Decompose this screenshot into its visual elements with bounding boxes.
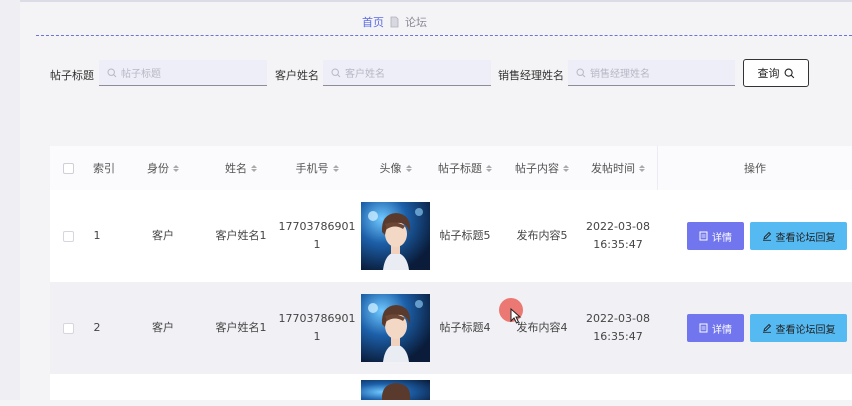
detail-button-label: 详情 [712,324,732,336]
search-icon [331,67,341,77]
mouse-cursor-icon [510,308,522,324]
manager-search-placeholder: 销售经理姓名 [590,69,650,80]
sort-icon[interactable] [251,164,257,172]
header-index-label: 索引 [93,162,115,175]
view-replies-button-label: 查看论坛回复 [775,232,836,244]
cell-post-title: 帖子标题5 [439,229,491,242]
sort-icon[interactable] [405,164,412,172]
file-icon [390,16,399,28]
sort-icon[interactable] [563,164,569,172]
header-role-label: 身份 [147,162,169,175]
cell-phone-line1: 17703786901 [278,220,356,233]
cell-phone-line2: 1 [313,330,321,343]
edit-icon [762,231,771,241]
cell-avatar [361,190,430,282]
cell-post-date: 2022-03-08 [586,312,650,325]
header-name-label: 姓名 [225,162,247,175]
table-row: 1 客户 客户姓名1 17703786901 1 帖子标题5 发布内容5 202… [50,190,852,282]
header-post-content[interactable]: 帖子内容 [510,146,574,190]
avatar[interactable] [361,380,430,400]
view-replies-button-label: 查看论坛回复 [775,324,836,336]
row-checkbox[interactable] [62,322,74,334]
select-all-checkbox-cell [50,146,86,190]
cell-phone: 17703786901 1 [279,190,356,282]
detail-button-label: 详情 [712,232,732,244]
cell-role: 客户 [152,229,174,242]
customer-search-placeholder: 客户姓名 [345,69,385,80]
header-actions: 操作 [658,146,852,190]
detail-button[interactable]: 详情 [687,222,744,250]
edit-icon [762,323,771,333]
cell-post-date: 2022-03-08 [586,220,650,233]
cell-name: 客户姓名1 [215,321,267,334]
avatar[interactable] [361,202,430,270]
cell-avatar [361,374,430,406]
table-row [50,374,852,400]
manager-search-input[interactable]: 销售经理姓名 [568,60,735,86]
table-header: 索引 身份 姓名 手机号 头像 帖子标题 帖子内容 发帖时间 操作 [50,146,852,190]
top-border [0,0,852,2]
title-label: 帖子标题 [50,69,94,82]
detail-button[interactable]: 详情 [687,314,744,342]
breadcrumb-home[interactable]: 首页 [362,14,384,30]
customer-label: 客户姓名 [275,69,319,82]
query-button-label: 查询 [757,67,780,80]
table-row: 2 客户 客户姓名1 17703786901 1 帖子标题4 发布内容4 202… [50,282,852,374]
cell-post-content: 发布内容4 [516,321,568,334]
header-post-time[interactable]: 发帖时间 [586,146,650,190]
header-post-time-label: 发帖时间 [591,162,635,175]
header-name[interactable]: 姓名 [208,146,274,190]
cell-post-clock: 16:35:47 [593,330,643,343]
document-icon [699,231,708,241]
row-checkbox[interactable] [62,230,74,242]
cell-post-time: 2022-03-08 16:35:47 [586,282,650,374]
divider [36,35,852,36]
cell-phone: 17703786901 1 [279,282,356,374]
header-index: 索引 [86,146,122,190]
manager-label: 销售经理姓名 [498,69,564,82]
cell-index: 2 [93,321,101,334]
cell-phone-line2: 1 [313,238,321,251]
cell-phone-line1: 17703786901 [278,312,356,325]
header-post-title[interactable]: 帖子标题 [433,146,497,190]
post-table: 索引 身份 姓名 手机号 头像 帖子标题 帖子内容 发帖时间 操作 1 客户 客… [50,146,852,400]
view-replies-button[interactable]: 查看论坛回复 [750,314,847,342]
search-bar: 帖子标题 帖子标题 客户姓名 客户姓名 销售经理姓名 销售经理姓名 查询 [0,59,852,89]
header-post-content-label: 帖子内容 [515,162,559,175]
select-all-checkbox[interactable] [62,162,74,174]
title-search-placeholder: 帖子标题 [121,69,161,80]
avatar[interactable] [361,294,430,362]
breadcrumb: 首页 论坛 [362,14,427,30]
title-search-input[interactable]: 帖子标题 [99,60,267,86]
search-icon [576,67,586,77]
query-button[interactable]: 查询 [743,59,809,87]
cell-post-content: 发布内容5 [516,229,568,242]
cell-post-time: 2022-03-08 16:35:47 [586,190,650,282]
cell-index: 1 [93,229,101,242]
header-phone[interactable]: 手机号 [284,146,350,190]
document-icon [699,323,708,333]
search-icon [107,67,117,77]
view-replies-button[interactable]: 查看论坛回复 [750,222,847,250]
breadcrumb-current: 论坛 [405,16,427,29]
header-phone-label: 手机号 [295,162,329,175]
sort-icon[interactable] [486,164,492,172]
header-post-title-label: 帖子标题 [438,162,482,175]
sort-icon[interactable] [639,164,645,172]
customer-search-input[interactable]: 客户姓名 [323,60,491,86]
search-icon [784,68,794,78]
cell-post-clock: 16:35:47 [593,238,643,251]
cell-avatar [361,282,430,374]
cell-post-title: 帖子标题4 [439,321,491,334]
header-actions-label: 操作 [744,162,766,175]
row-checkbox-cell [50,282,86,374]
header-avatar-label: 头像 [379,162,402,175]
header-role[interactable]: 身份 [130,146,196,190]
row-checkbox-cell [50,190,86,282]
sort-icon[interactable] [173,164,179,172]
cell-role: 客户 [152,321,174,334]
sort-icon[interactable] [332,164,339,172]
cell-name: 客户姓名1 [215,229,267,242]
header-avatar[interactable]: 头像 [361,146,430,190]
